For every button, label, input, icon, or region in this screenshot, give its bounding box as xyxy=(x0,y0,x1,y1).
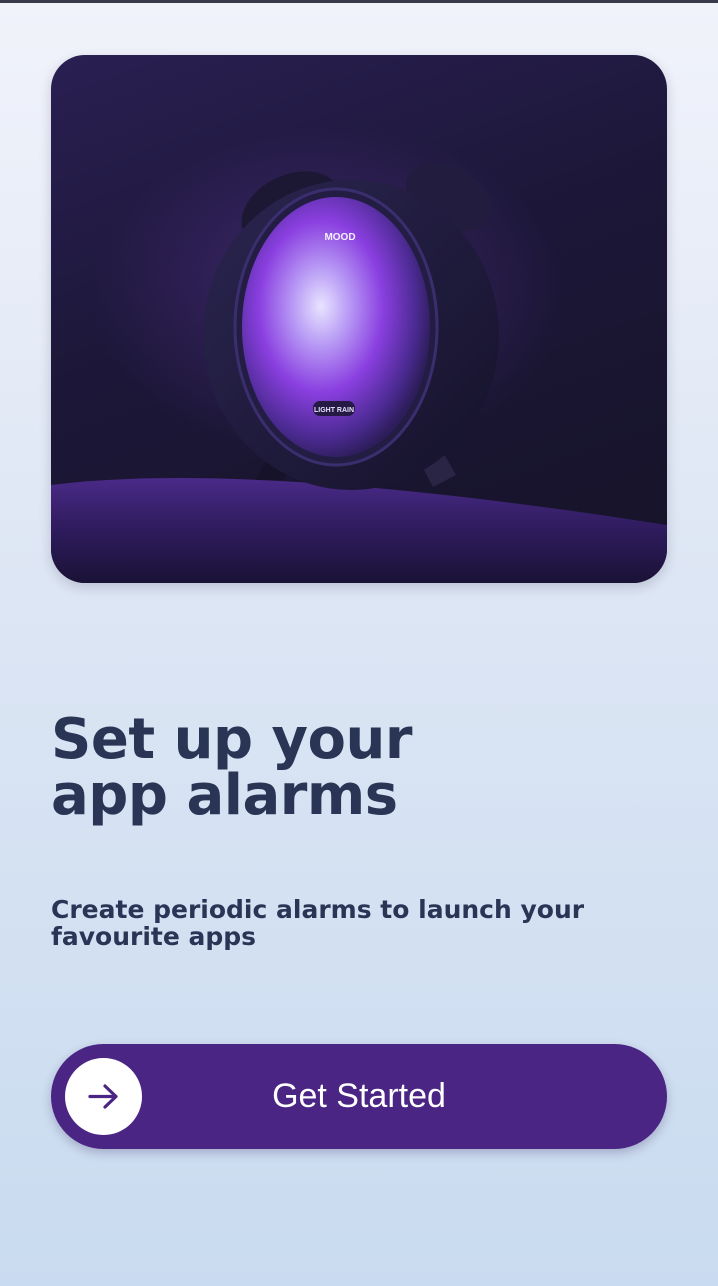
title-line-2: app alarms xyxy=(51,763,398,828)
page-subtitle: Create periodic alarms to launch your fa… xyxy=(51,895,585,951)
top-divider xyxy=(0,0,718,3)
clock-weather-label: LIGHT RAIN xyxy=(314,407,354,414)
clock-mood-label: MOOD xyxy=(324,232,355,243)
hero-illustration: MOOD LIGHT RAIN xyxy=(51,55,667,583)
arrow-right-icon xyxy=(88,1084,118,1109)
arrow-circle xyxy=(65,1058,142,1135)
get-started-button[interactable]: Get Started xyxy=(51,1044,667,1149)
page-title: Set up your app alarms xyxy=(51,712,671,824)
title-line-1: Set up your xyxy=(51,707,413,772)
get-started-label: Get Started xyxy=(272,1077,446,1115)
